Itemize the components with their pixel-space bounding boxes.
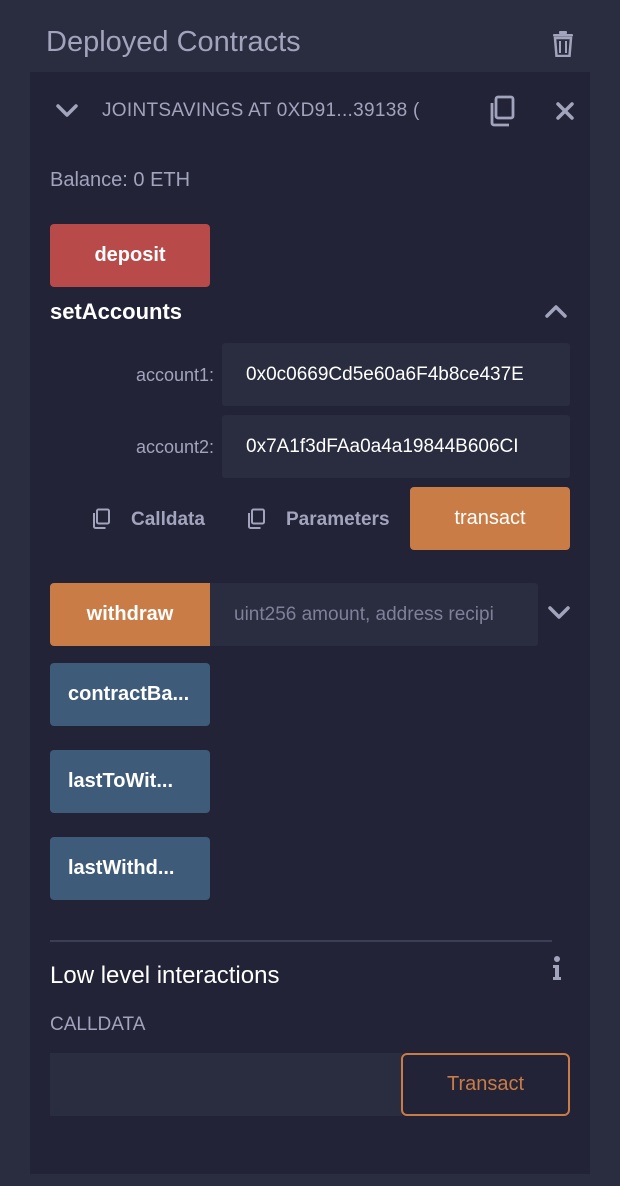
copy-calldata-button[interactable]: Calldata — [131, 509, 205, 531]
copy-calldata-icon[interactable] — [91, 508, 111, 530]
transact-button[interactable]: transact — [410, 487, 570, 550]
divider — [50, 940, 552, 942]
deposit-button[interactable]: deposit — [50, 224, 210, 287]
copy-parameters-icon[interactable] — [246, 508, 266, 530]
chevron-down-icon[interactable] — [56, 104, 78, 118]
lastwithdraw-button[interactable]: lastWithd... — [50, 837, 210, 900]
account1-input[interactable]: 0x0c0669Cd5e60a6F4b8ce437E — [222, 343, 570, 406]
trash-icon[interactable] — [552, 31, 574, 57]
chevron-up-icon[interactable] — [545, 304, 567, 318]
contract-title: JOINTSAVINGS AT 0XD91...39138 ( — [102, 100, 420, 121]
setaccounts-label: setAccounts — [50, 299, 183, 324]
calldata-input[interactable] — [50, 1053, 402, 1116]
copy-icon[interactable] — [487, 95, 517, 127]
lasttowithdraw-button[interactable]: lastToWit... — [50, 750, 210, 813]
withdraw-args-input[interactable]: uint256 amount, address recipi — [210, 583, 538, 646]
account1-label: account1: — [135, 365, 214, 385]
account2-input[interactable]: 0x7A1f3dFAa0a4a19844B606CI — [222, 415, 570, 478]
calldata-label: CALLDATA — [50, 1014, 146, 1035]
low-level-title: Low level interactions — [50, 962, 280, 989]
info-icon[interactable] — [551, 955, 563, 981]
withdraw-button[interactable]: withdraw — [50, 583, 210, 646]
account2-label: account2: — [135, 437, 214, 457]
close-icon[interactable] — [556, 102, 574, 120]
chevron-down-icon[interactable] — [548, 606, 570, 620]
section-title: Deployed Contracts — [46, 26, 301, 58]
copy-parameters-button[interactable]: Parameters — [286, 509, 390, 531]
low-level-transact-button[interactable]: Transact — [401, 1053, 570, 1116]
contractbalance-button[interactable]: contractBa... — [50, 663, 210, 726]
balance-text: Balance: 0 ETH — [50, 169, 191, 191]
